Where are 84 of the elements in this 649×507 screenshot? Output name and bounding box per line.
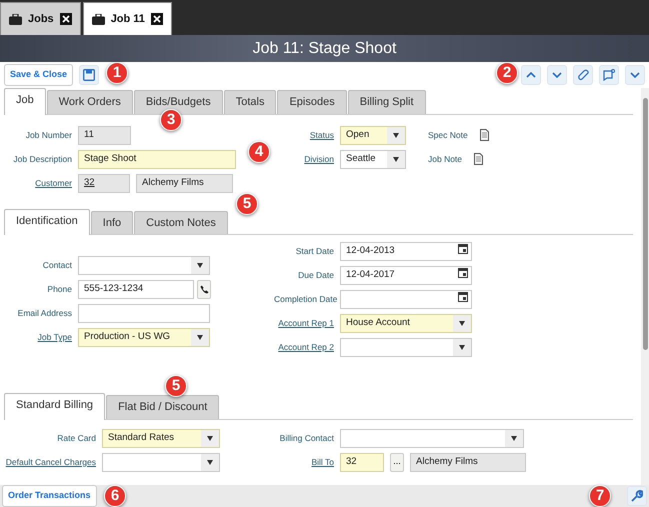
tab[interactable]: Episodes [277,90,347,114]
next-button[interactable] [547,65,567,85]
field-label: Due Date [297,269,334,282]
note-label: Job Note [428,152,462,166]
input-field[interactable]: Alchemy Films [410,452,526,472]
date-field[interactable] [340,290,472,309]
save-and-close-button[interactable]: Save & Close [4,64,74,86]
field-label: Phone [46,283,72,296]
briefcase-icon [9,14,22,24]
field-label-link[interactable]: Division [274,152,334,166]
dropdown-field[interactable] [340,428,524,448]
field-label: Job Number [24,128,72,142]
input-field[interactable]: Stage Shoot [78,150,236,168]
document-icon[interactable] [480,129,489,141]
tab[interactable]: Work Orders [46,90,133,114]
input-field[interactable]: 32 [340,452,384,472]
tab[interactable]: Info [90,210,134,234]
date-field[interactable]: 12-04-2013 [340,242,472,261]
dropdown-field[interactable] [102,452,220,472]
order-transactions-button[interactable]: Order Transactions [2,485,97,507]
field-label-link[interactable]: Account Rep 1 [274,317,334,330]
date-field[interactable]: 12-04-2017 [340,266,472,285]
tab[interactable]: Billing Split [348,90,426,114]
dropdown-field[interactable]: Seattle [340,150,406,168]
wrench-icon [631,490,643,502]
field-label: Job Description [12,152,72,166]
field-label-link[interactable]: Customer [4,176,72,190]
speech-bubble-icon [603,69,615,81]
note-label: Spec Note [428,128,468,142]
callout-marker: 2 [496,62,518,84]
dropdown-field[interactable]: Production - US WG [78,328,210,347]
field-label: Email Address [16,307,72,320]
field-label-link[interactable]: Job Type [4,331,72,344]
calendar-icon [458,291,468,302]
document-icon[interactable] [474,153,484,165]
field-label: Start Date [294,245,334,258]
field-label-link[interactable]: Bill To [274,456,334,468]
input-field[interactable]: 32 [78,174,130,192]
field-label: Rate Card [56,432,96,444]
callout-marker: 3 [160,109,182,131]
dropdown-field[interactable] [78,256,210,275]
tab[interactable]: Standard Billing [4,393,106,420]
input-field[interactable]: Alchemy Films [136,174,233,192]
tab[interactable]: Bids/Budgets [134,90,223,114]
dropdown-field[interactable]: Open [340,126,406,144]
field-label-link[interactable]: Default Cancel Charges [4,456,96,468]
tab[interactable]: Totals [224,90,276,114]
field-label-link[interactable]: Account Rep 2 [274,341,334,354]
window-title: Job 11: Stage Shoot [0,35,649,62]
dropdown-field[interactable] [340,338,472,357]
callout-marker: 5 [165,375,187,397]
dropdown-field[interactable]: House Account [340,314,472,333]
settings-button[interactable] [627,486,647,506]
field-label: Contact [42,259,72,272]
more-button[interactable] [625,65,645,85]
input-field[interactable]: 11 [78,126,131,144]
callout-marker: 4 [248,141,270,163]
document-tab[interactable]: Job 11 [82,2,172,35]
tab[interactable]: Identification [4,208,90,235]
briefcase-icon [92,14,105,24]
calendar-icon [458,243,468,254]
tab[interactable]: Job [4,88,46,114]
comment-button[interactable] [599,65,619,85]
tab[interactable]: Flat Bid / Discount [106,395,220,418]
document-tab[interactable]: Jobs [0,2,81,35]
phone-button[interactable] [197,280,211,299]
dropdown-field[interactable]: Standard Rates [102,428,220,448]
scrollbar[interactable] [641,88,649,485]
close-icon[interactable] [60,13,72,25]
close-icon[interactable] [150,13,163,25]
callout-marker: 1 [106,62,128,84]
previous-button[interactable] [521,65,541,85]
field-label-link[interactable]: Status [274,128,334,142]
callout-marker: 5 [236,193,258,215]
save-button[interactable] [79,65,100,85]
phone-icon [200,285,208,294]
input-field[interactable] [78,304,210,323]
attachment-button[interactable] [573,65,593,85]
tab[interactable]: Custom Notes [134,210,228,234]
paperclip-icon [577,69,589,81]
browse-button[interactable]: ... [390,452,404,472]
input-field[interactable]: 555-123-1234 [78,280,194,299]
field-label: Billing Contact [278,432,334,444]
calendar-icon [458,267,468,278]
